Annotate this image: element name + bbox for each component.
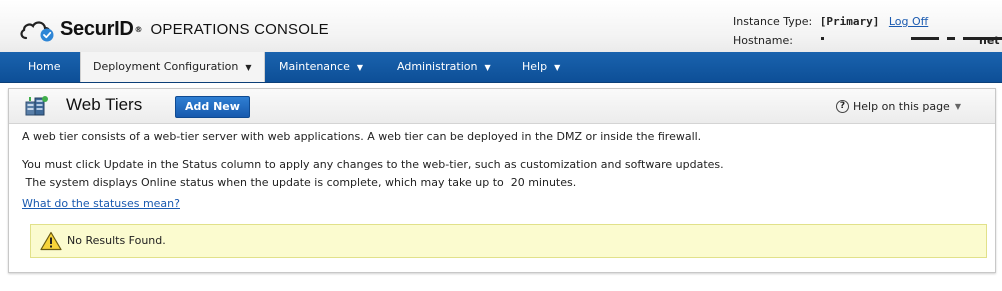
statuses-help-link[interactable]: What do the statuses mean?: [22, 197, 180, 210]
chevron-down-icon: ▼: [954, 102, 961, 111]
nav-home[interactable]: Home: [16, 52, 72, 82]
no-results-message: No Results Found.: [30, 224, 987, 258]
app-header: SecurID ® OPERATIONS CONSOLE Instance Ty…: [0, 0, 1002, 52]
help-on-page-label: Help on this page: [853, 100, 950, 113]
page-title: Web Tiers: [66, 95, 143, 114]
log-off-link[interactable]: Log Off: [889, 15, 928, 28]
hostname-value: net: [979, 34, 1000, 47]
brand-name: SecurID: [60, 17, 134, 40]
cloud-check-icon: [20, 21, 54, 42]
nav-deployment-label: Deployment Configuration: [93, 60, 239, 73]
hostname-row: Hostname: net: [733, 31, 1002, 50]
nav-administration-label: Administration: [397, 60, 478, 73]
chevron-down-icon: ▼: [554, 63, 561, 72]
main-nav: Home Deployment Configuration ▼ Maintenan…: [0, 52, 1002, 83]
nav-deployment-configuration[interactable]: Deployment Configuration ▼: [80, 52, 265, 82]
nav-help[interactable]: Help ▼: [510, 52, 572, 82]
chevron-down-icon: ▼: [356, 63, 363, 72]
nav-help-label: Help: [522, 60, 548, 73]
help-on-page-link[interactable]: ? Help on this page ▼: [836, 100, 961, 113]
description-line-3: The system displays Online status when t…: [22, 176, 577, 189]
instance-type-value: [Primary]: [819, 15, 880, 28]
add-new-button[interactable]: Add New: [175, 96, 250, 118]
nav-home-label: Home: [28, 60, 61, 73]
chevron-down-icon: ▼: [484, 63, 491, 72]
console-title: OPERATIONS CONSOLE: [150, 20, 329, 38]
instance-info: Instance Type: [Primary] Log Off Hostnam…: [733, 12, 1002, 50]
nav-administration[interactable]: Administration ▼: [385, 52, 503, 82]
description-line-1: A web tier consists of a web-tier server…: [22, 130, 702, 143]
hostname-label: Hostname:: [733, 34, 793, 47]
hostname-redacted: [793, 31, 1002, 50]
nav-maintenance-label: Maintenance: [279, 60, 350, 73]
no-results-text: No Results Found.: [67, 234, 166, 247]
panel-header: Web Tiers Add New ? Help on this page ▼: [9, 89, 995, 124]
trademark-mark: ®: [134, 24, 143, 34]
description-line-2: You must click Update in the Status colu…: [22, 158, 724, 171]
server-stack-icon: [25, 96, 48, 116]
securid-logo: SecurID ® OPERATIONS CONSOLE: [18, 16, 329, 42]
instance-type-label: Instance Type:: [733, 15, 813, 28]
warning-triangle-icon: [40, 231, 62, 251]
question-circle-icon: ?: [836, 100, 850, 113]
nav-maintenance[interactable]: Maintenance ▼: [267, 52, 375, 82]
chevron-down-icon: ▼: [245, 63, 252, 72]
